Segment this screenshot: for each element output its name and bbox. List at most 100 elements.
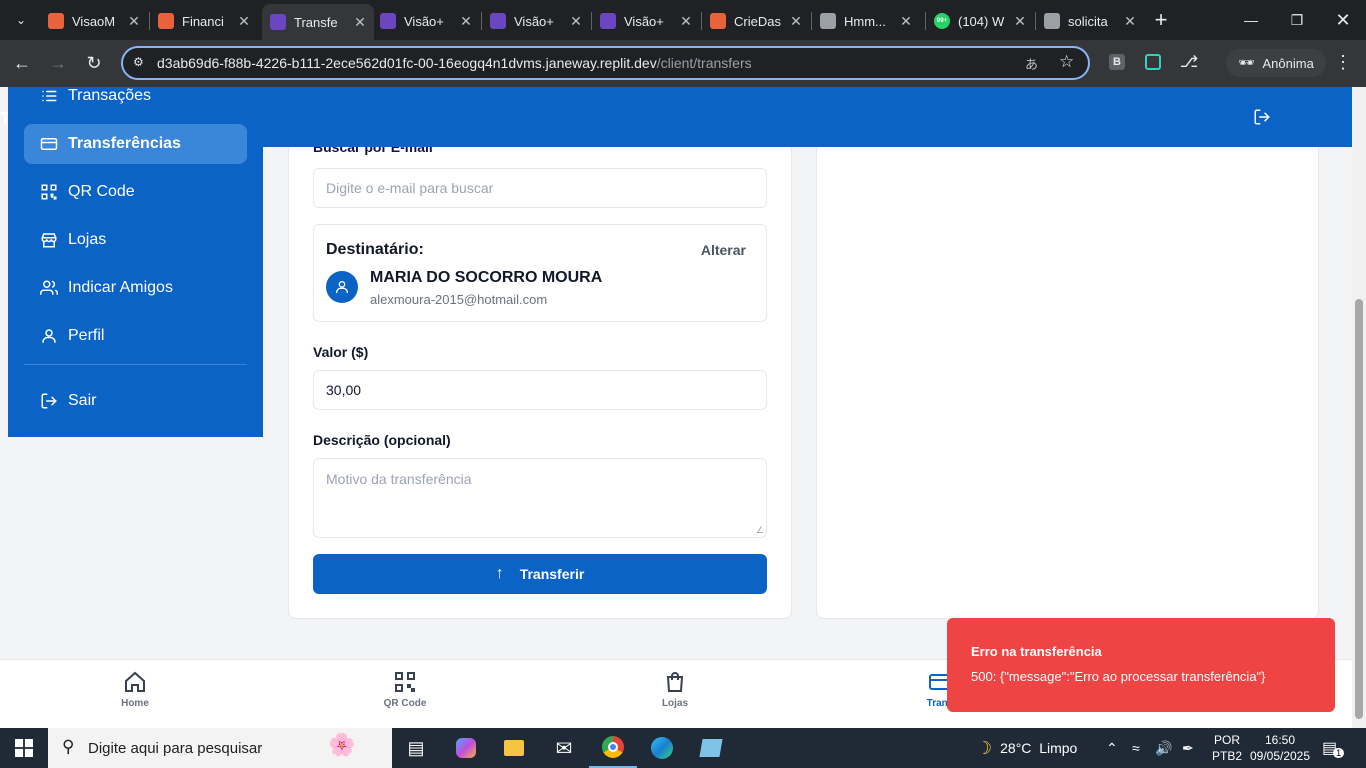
- sidebar-item-sair[interactable]: Sair: [24, 381, 247, 421]
- sidebar-item-qr-code[interactable]: QR Code: [24, 172, 247, 212]
- search-highlight-icon: 🌸: [328, 732, 356, 757]
- site-info-icon[interactable]: ⚙: [133, 55, 144, 69]
- close-tab-icon[interactable]: ✕: [568, 13, 584, 30]
- error-toast[interactable]: Erro na transferência 500: {"message":"E…: [947, 618, 1335, 712]
- close-tab-icon[interactable]: ✕: [1012, 13, 1028, 30]
- extension-green-icon[interactable]: [1138, 47, 1168, 77]
- scrollbar-thumb[interactable]: [1355, 299, 1363, 719]
- email-search-input[interactable]: Digite o e-mail para buscar: [313, 168, 767, 208]
- browser-tab[interactable]: Visão+ ✕: [372, 6, 480, 36]
- sidebar-item-indicar-amigos[interactable]: Indicar Amigos: [24, 268, 247, 308]
- close-tab-icon[interactable]: ✕: [678, 13, 694, 30]
- close-tab-icon[interactable]: ✕: [458, 13, 474, 30]
- notification-icon[interactable]: ▤ 1: [1322, 728, 1345, 768]
- pen-icon[interactable]: ✒: [1182, 728, 1194, 768]
- browser-tab[interactable]: VisaoM ✕: [40, 6, 148, 36]
- browser-menu-icon[interactable]: ⋮: [1328, 47, 1358, 77]
- browser-tab[interactable]: Transfe ✕: [262, 4, 374, 40]
- close-tab-icon[interactable]: ✕: [236, 13, 252, 30]
- change-recipient-button[interactable]: Alterar: [701, 242, 746, 258]
- description-textarea[interactable]: Motivo da transferência ∠: [313, 458, 767, 538]
- description-placeholder: Motivo da transferência: [326, 471, 472, 487]
- mail-icon[interactable]: ✉: [540, 728, 588, 768]
- restore-button[interactable]: ❐: [1274, 0, 1320, 40]
- sidebar-item-lojas[interactable]: Lojas: [24, 220, 247, 260]
- close-window-button[interactable]: ✕: [1320, 0, 1366, 40]
- weather-widget[interactable]: ☽ 28°C Limpo: [976, 728, 1077, 768]
- reload-button[interactable]: ↻: [79, 48, 109, 78]
- bottom-nav-qr-code[interactable]: QR Code: [365, 670, 445, 709]
- tab-favicon-icon: [820, 13, 836, 29]
- incognito-profile-button[interactable]: 🕶 Anônima: [1226, 49, 1326, 77]
- windows-start-icon[interactable]: [0, 728, 48, 768]
- extension-b-icon[interactable]: B: [1102, 47, 1132, 77]
- page-scrollbar[interactable]: [1352, 87, 1366, 728]
- shopping-bag-icon: [666, 672, 684, 692]
- bottom-nav-lojas[interactable]: Lojas: [635, 670, 715, 709]
- edge-icon[interactable]: [638, 728, 686, 768]
- tab-title: Financi: [182, 13, 224, 29]
- bottom-nav-home[interactable]: Home: [95, 670, 175, 709]
- header-logout-icon[interactable]: [1253, 108, 1271, 126]
- toast-message: 500: {"message":"Erro ao processar trans…: [971, 669, 1266, 684]
- language-indicator[interactable]: POR PTB2: [1212, 728, 1242, 768]
- description-label: Descrição (opcional): [313, 432, 451, 448]
- browser-tab[interactable]: Visão+ ✕: [592, 6, 700, 36]
- tab-favicon-icon: [158, 13, 174, 29]
- sidebar-item-label: Indicar Amigos: [68, 279, 173, 296]
- network-icon[interactable]: ≈: [1132, 728, 1140, 768]
- amount-label: Valor ($): [313, 344, 369, 360]
- taskbar-search-input[interactable]: ⚲ Digite aqui para pesquisar 🌸: [48, 728, 392, 768]
- sidebar-item-label: Transferências: [68, 135, 181, 152]
- browser-tab[interactable]: Financi ✕: [150, 6, 258, 36]
- file-explorer-icon[interactable]: [490, 728, 538, 768]
- close-tab-icon[interactable]: ✕: [352, 14, 368, 31]
- minimize-button[interactable]: —: [1228, 0, 1274, 40]
- bookmark-star-icon[interactable]: ☆: [1059, 52, 1074, 72]
- volume-icon[interactable]: 🔊: [1155, 728, 1172, 768]
- tab-favicon-icon: [48, 13, 64, 29]
- tab-search-button[interactable]: ⌄: [6, 5, 36, 35]
- tray-chevron-icon[interactable]: ⌃: [1106, 728, 1118, 768]
- close-tab-icon[interactable]: ✕: [898, 13, 914, 30]
- tab-favicon-icon: [600, 13, 616, 29]
- back-button[interactable]: ←: [7, 48, 37, 78]
- close-tab-icon[interactable]: ✕: [788, 13, 804, 30]
- bottom-nav-label: Lojas: [661, 698, 689, 709]
- tab-favicon-icon: [380, 13, 396, 29]
- logout-icon: [41, 393, 57, 409]
- weather-text: 28°C Limpo: [1000, 740, 1078, 756]
- address-bar[interactable]: ⚙ d3ab69d6-f88b-4226-b111-2ece562d01fc-0…: [121, 46, 1090, 80]
- sidebar-item-perfil[interactable]: Perfil: [24, 316, 247, 356]
- toast-title: Erro na transferência: [971, 644, 1102, 659]
- extensions-puzzle-icon[interactable]: ⎇: [1174, 47, 1204, 77]
- forward-button[interactable]: →: [43, 48, 73, 78]
- amount-input[interactable]: 30,00: [313, 370, 767, 410]
- browser-chrome: ⌄ VisaoM ✕ Financi ✕ Transfe ✕ Visão+ ✕ Visão+ ✕ V…: [0, 0, 1366, 87]
- browser-tab[interactable]: Visão+ ✕: [482, 6, 590, 36]
- browser-tab[interactable]: CrieDas ✕: [702, 6, 810, 36]
- transfer-button[interactable]: ↑ Transferir: [313, 554, 767, 594]
- sidebar-item-transacoes[interactable]: Transações: [24, 87, 247, 116]
- copilot-icon[interactable]: [442, 728, 490, 768]
- clock[interactable]: 16:50 09/05/2025: [1248, 728, 1312, 768]
- app-icon[interactable]: [687, 728, 735, 768]
- sidebar-item-transferencias[interactable]: Transferências: [24, 124, 247, 164]
- sidebar: Transações Transferências QR Code Lojas …: [8, 87, 263, 437]
- resize-handle-icon[interactable]: ∠: [756, 525, 764, 536]
- app-header-bar: [263, 87, 1352, 147]
- card-icon: [40, 138, 58, 150]
- close-tab-icon[interactable]: ✕: [1122, 13, 1138, 30]
- email-search-placeholder: Digite o e-mail para buscar: [326, 180, 494, 196]
- qr-icon: [395, 672, 415, 692]
- tab-favicon-icon: [490, 13, 506, 29]
- tab-favicon-icon: [270, 14, 286, 30]
- browser-tab[interactable]: solicita ✕: [1036, 6, 1144, 36]
- close-tab-icon[interactable]: ✕: [126, 13, 142, 30]
- chrome-icon[interactable]: [589, 728, 637, 768]
- translate-icon[interactable]: あ: [1025, 54, 1038, 73]
- new-tab-button[interactable]: +: [1146, 5, 1176, 35]
- browser-tab[interactable]: 99+ (104) W ✕: [926, 6, 1034, 36]
- task-view-icon[interactable]: ▤: [392, 728, 440, 768]
- browser-tab[interactable]: Hmm... ✕: [812, 6, 920, 36]
